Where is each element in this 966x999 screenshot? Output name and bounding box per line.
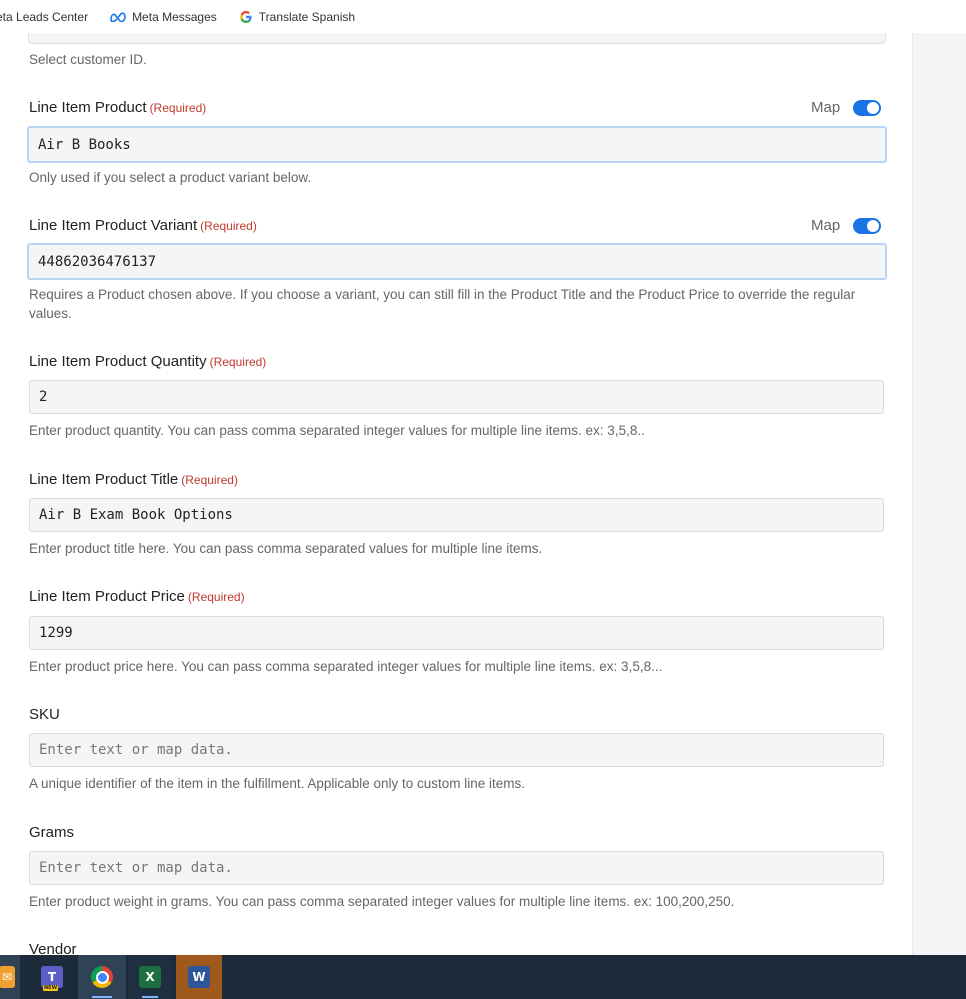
product-label: Line Item Product (Required) xyxy=(29,99,207,116)
vendor-label: Vendor xyxy=(29,941,77,955)
excel-icon: X xyxy=(139,966,161,988)
product-map-toggle[interactable]: Map xyxy=(811,99,882,116)
map-label: Map xyxy=(811,217,841,234)
toggle-switch-icon[interactable] xyxy=(853,99,882,116)
required-marker: (Required) xyxy=(149,101,207,115)
mail-icon: ✉ xyxy=(0,966,15,988)
grams-label: Grams xyxy=(29,824,74,841)
grams-help: Enter product weight in grams. You can p… xyxy=(29,894,735,909)
bookmark-label: Meta Messages xyxy=(132,9,217,24)
grams-input[interactable]: Enter text or map data. xyxy=(29,851,884,885)
price-help: Enter product price here. You can pass c… xyxy=(29,659,663,674)
sku-help: A unique identifier of the item in the f… xyxy=(29,776,526,791)
bookmark-label: eta Leads Center xyxy=(0,9,89,24)
bookmark-translate-spanish[interactable]: Translate Spanish xyxy=(239,10,355,24)
quantity-help: Enter product quantity. You can pass com… xyxy=(29,423,645,438)
title-input[interactable]: Air B Exam Book Options xyxy=(29,498,884,532)
customer-id-help: Select customer ID. xyxy=(29,52,147,67)
required-marker: (Required) xyxy=(187,590,245,604)
variant-map-toggle[interactable]: Map xyxy=(811,217,882,234)
bookmark-label: Translate Spanish xyxy=(258,9,356,24)
bookmarks-bar: eta Leads Center Meta Messages Translate… xyxy=(0,0,966,33)
chrome-icon xyxy=(91,966,113,988)
required-marker: (Required) xyxy=(181,473,238,487)
teams-taskbar-icon[interactable]: T NEW xyxy=(30,955,74,999)
map-label: Map xyxy=(811,99,841,116)
taskbar: ✉ T NEW X W xyxy=(0,955,966,999)
variant-input[interactable]: 44862036476137 xyxy=(27,243,887,280)
title-help: Enter product title here. You can pass c… xyxy=(29,541,543,556)
price-label: Line Item Product Price (Required) xyxy=(29,588,245,605)
meta-icon xyxy=(110,11,126,22)
toggle-switch-icon[interactable] xyxy=(853,217,882,234)
word-taskbar-icon[interactable]: W xyxy=(176,955,222,999)
new-badge: NEW xyxy=(43,985,59,991)
required-marker: (Required) xyxy=(209,355,267,369)
google-icon xyxy=(239,10,253,24)
quantity-input[interactable]: 2 xyxy=(29,380,884,414)
bookmark-meta-messages[interactable]: Meta Messages xyxy=(110,10,217,24)
required-marker: (Required) xyxy=(200,219,257,233)
quantity-label: Line Item Product Quantity (Required) xyxy=(29,353,267,370)
outlook-taskbar-icon[interactable]: ✉ xyxy=(0,955,20,999)
bookmark-meta-leads-center[interactable]: eta Leads Center xyxy=(0,10,88,24)
excel-taskbar-icon[interactable]: X xyxy=(128,955,172,999)
chrome-taskbar-icon[interactable] xyxy=(78,955,126,999)
teams-icon: T NEW xyxy=(41,966,63,991)
product-help: Only used if you select a product varian… xyxy=(29,170,312,185)
sku-input[interactable]: Enter text or map data. xyxy=(29,733,884,767)
price-input[interactable]: 1299 xyxy=(29,616,884,650)
sku-label: SKU xyxy=(29,706,60,723)
product-input[interactable]: Air B Books xyxy=(27,126,887,163)
word-icon: W xyxy=(188,966,210,988)
title-label: Line Item Product Title (Required) xyxy=(29,471,238,488)
variant-label: Line Item Product Variant (Required) xyxy=(29,217,257,234)
form-panel: Select customer ID. Line Item Product (Re… xyxy=(0,33,913,955)
customer-id-input[interactable] xyxy=(28,33,886,44)
variant-help: Requires a Product chosen above. If you … xyxy=(29,287,856,321)
